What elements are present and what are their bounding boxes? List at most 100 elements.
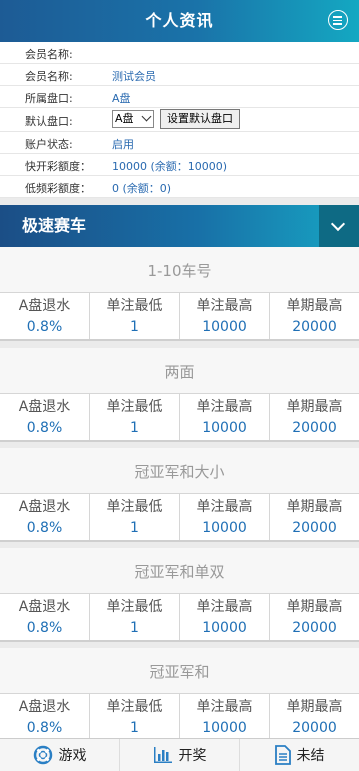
handicap-select[interactable]: A盘 [112,110,154,128]
col-header: A盘退水 [18,699,71,715]
tab-label: 游戏 [58,748,87,764]
col-value: 20000 [292,420,337,436]
col-header: 单注最低 [106,599,163,615]
col-header: 单注最高 [196,699,253,715]
info-row-member-name: 会员名称: 测试会员 [0,64,359,86]
col-header: 单注最高 [196,499,253,515]
info-label: 默认盘口: [25,115,73,128]
col-header: 单期最高 [286,699,343,715]
limit-cell: 单期最高 20000 [270,694,359,740]
info-label: 会员名称: [25,70,73,83]
limit-cell: 单注最高 10000 [180,494,270,540]
col-value: 1 [130,319,139,335]
select-value: A盘 [115,112,134,125]
col-header: 单注最低 [106,499,163,515]
limit-block: 冠亚军和 A盘退水 0.8% 单注最低 1 单注最高 10000 单期最高 20000 [0,648,359,742]
limit-cell: A盘退水 0.8% [0,694,90,740]
block-title: 1-10车号 [0,247,359,292]
limit-cell: 单注最高 10000 [180,694,270,740]
page-title: 个人资讯 [145,11,214,30]
col-value: 1 [130,620,139,636]
document-icon [274,745,291,765]
limit-cell: 单注最高 10000 [180,594,270,640]
lifebuoy-icon [33,745,52,765]
tab-label: 开奖 [178,748,207,764]
col-value: 0.8% [26,520,63,536]
limit-cell: A盘退水 0.8% [0,293,90,339]
col-header: 单期最高 [286,599,343,615]
col-value: 10000 [202,319,247,335]
info-label: 会员名称: [25,48,73,61]
info-label: 快开彩额度： [25,160,91,173]
limit-cell: 单期最高 20000 [270,494,359,540]
info-row-default-handicap: 默认盘口: A盘 设置默认盘口 [0,108,359,132]
limit-block: 两面 A盘退水 0.8% 单注最低 1 单注最高 10000 单期最高 20000 [0,348,359,442]
col-header: 单期最高 [286,399,343,415]
tab-game[interactable]: 游戏 [0,739,120,771]
col-header: A盘退水 [18,499,71,515]
section-title: 极速赛车 [22,216,87,235]
limit-cell: 单注最高 10000 [180,293,270,339]
info-row-name-empty: 会员名称: [0,42,359,64]
col-value: 1 [130,720,139,736]
limit-cell: A盘退水 0.8% [0,494,90,540]
limit-cell: 单注最低 1 [90,494,180,540]
tab-label: 未结 [296,748,325,764]
info-value: A盘 [112,92,131,105]
info-label: 账户状态: [25,138,73,151]
col-header: 单注最高 [196,399,253,415]
block-title: 两面 [0,348,359,393]
col-value: 10000 [202,720,247,736]
col-value: 1 [130,420,139,436]
limit-cell: A盘退水 0.8% [0,594,90,640]
set-default-handicap-button[interactable]: 设置默认盘口 [160,109,240,129]
info-label: 低频彩额度： [25,182,91,195]
col-header: 单注最低 [106,298,163,314]
col-value: 1 [130,520,139,536]
chevron-down-icon [330,216,346,232]
info-value: 测试会员 [112,70,156,83]
col-header: 单注最低 [106,699,163,715]
info-row-handicap: 所属盘口: A盘 [0,86,359,108]
limit-cell: 单注最低 1 [90,694,180,740]
section-toggle-button[interactable] [319,205,359,247]
header-bar: 个人资讯 [0,0,359,42]
col-value: 0.8% [26,319,63,335]
limit-cell: A盘退水 0.8% [0,394,90,440]
limit-block: 1-10车号 A盘退水 0.8% 单注最低 1 单注最高 10000 单期最高 2000… [0,247,359,341]
col-header: 单注最高 [196,599,253,615]
limit-grid: A盘退水 0.8% 单注最低 1 单注最高 10000 单期最高 20000 [0,292,359,341]
col-value: 20000 [292,720,337,736]
limit-grid: A盘退水 0.8% 单注最低 1 单注最高 10000 单期最高 20000 [0,493,359,542]
limit-cell: 单注最低 1 [90,594,180,640]
menu-icon[interactable] [328,10,348,30]
info-row-fast-quota: 快开彩额度： 10000 (余额：10000) [0,154,359,176]
col-value: 20000 [292,620,337,636]
col-header: A盘退水 [18,599,71,615]
col-header: A盘退水 [18,399,71,415]
limit-block: 冠亚军和大小 A盘退水 0.8% 单注最低 1 单注最高 10000 单期最高 2000… [0,448,359,542]
chevron-down-icon [141,111,152,122]
col-header: A盘退水 [18,298,71,314]
limit-cell: 单注最高 10000 [180,394,270,440]
limit-cell: 单期最高 20000 [270,394,359,440]
info-row-low-quota: 低频彩额度： 0 (余额：0) [0,176,359,198]
limit-block: 冠亚军和单双 A盘退水 0.8% 单注最低 1 单注最高 10000 单期最高 2000… [0,548,359,642]
col-value: 0.8% [26,420,63,436]
limit-cell: 单期最高 20000 [270,293,359,339]
col-value: 10000 [202,420,247,436]
col-value: 10000 [202,520,247,536]
bar-chart-icon [153,747,172,763]
limit-grid: A盘退水 0.8% 单注最低 1 单注最高 10000 单期最高 20000 [0,693,359,742]
limit-cell: 单注最低 1 [90,293,180,339]
col-value: 20000 [292,520,337,536]
block-title: 冠亚军和大小 [0,448,359,493]
col-header: 单期最高 [286,499,343,515]
info-row-status: 账户状态: 启用 [0,132,359,154]
tab-results[interactable]: 开奖 [120,739,240,771]
limit-cell: 单注最低 1 [90,394,180,440]
info-value: 启用 [112,138,134,151]
block-title: 冠亚军和单双 [0,548,359,593]
game-section-header: 极速赛车 [0,205,359,247]
tab-unsettled[interactable]: 未结 [240,739,359,771]
